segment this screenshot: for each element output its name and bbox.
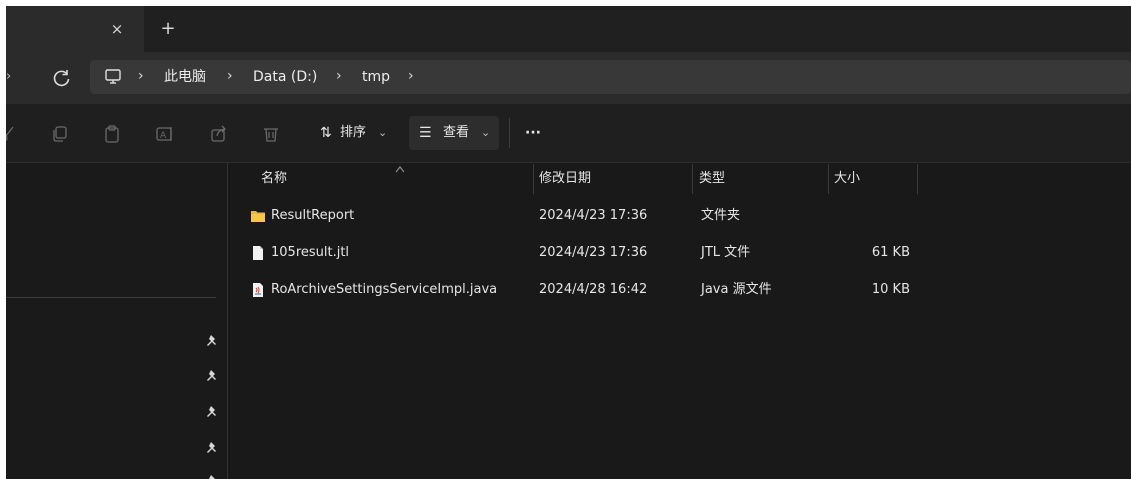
nav-pane-divider — [6, 297, 216, 298]
folder-icon — [251, 211, 265, 222]
share-icon[interactable] — [209, 124, 229, 144]
column-header-size[interactable]: 大小 — [834, 164, 860, 194]
tab-bar: × + — [6, 6, 1131, 52]
this-pc-icon[interactable] — [104, 68, 122, 86]
view-button[interactable]: ☰ 查看 ⌄ — [409, 116, 499, 150]
java-file-icon — [253, 283, 263, 297]
pin-icon[interactable] — [206, 441, 218, 455]
column-divider[interactable] — [533, 164, 534, 194]
rename-icon[interactable]: A — [155, 124, 175, 144]
command-bar: A ⇅ 排序 ⌄ ☰ 查看 ⌄ ··· — [6, 104, 1131, 163]
paste-icon[interactable] — [102, 124, 122, 144]
pin-icon[interactable] — [206, 474, 218, 479]
forward-icon[interactable]: › — [6, 69, 11, 84]
column-header-type[interactable]: 类型 — [699, 164, 725, 194]
sort-label: 排序 — [340, 125, 367, 140]
breadcrumb-separator[interactable]: › — [408, 67, 414, 85]
breadcrumb-data-drive[interactable]: Data (D:) — [253, 68, 317, 86]
chevron-down-icon: ⌄ — [481, 126, 491, 139]
sort-button[interactable]: ⇅ 排序 ⌄ — [316, 116, 396, 150]
close-tab-icon[interactable]: × — [106, 18, 128, 40]
file-modified: 2024/4/23 17:36 — [539, 208, 648, 223]
column-divider[interactable] — [692, 164, 693, 194]
column-divider[interactable] — [917, 164, 918, 194]
file-type: JTL 文件 — [701, 245, 751, 260]
breadcrumb-separator[interactable]: › — [138, 67, 144, 85]
view-label: 查看 — [443, 125, 470, 140]
view-icon: ☰ — [419, 125, 432, 141]
column-divider[interactable] — [828, 164, 829, 194]
file-name: ResultReport — [271, 208, 355, 223]
toolbar-divider — [509, 118, 510, 148]
file-row-resultreport[interactable]: ResultReport 2024/4/23 17:36 文件夹 — [238, 198, 1128, 234]
navigation-bar: › › 此电脑 › Data (D:) › tmp › — [6, 52, 1131, 104]
sort-ascending-icon — [395, 166, 405, 173]
file-modified: 2024/4/23 17:36 — [539, 245, 648, 260]
file-explorer-window: × + › › 此电脑 › Data (D:) › tmp › A ⇅ 排序 ⌄… — [6, 6, 1131, 479]
breadcrumb-tmp[interactable]: tmp — [362, 68, 390, 86]
file-modified: 2024/4/28 16:42 — [539, 282, 648, 297]
file-icon — [253, 246, 263, 260]
pin-icon[interactable] — [206, 369, 218, 383]
breadcrumb-this-pc[interactable]: 此电脑 — [164, 68, 206, 86]
copy-icon[interactable] — [50, 124, 70, 144]
tab-tmp[interactable]: × — [6, 6, 144, 52]
refresh-icon[interactable] — [50, 66, 74, 90]
file-name: 105result.jtl — [271, 245, 350, 260]
pin-icon[interactable] — [206, 405, 218, 419]
navigation-pane — [6, 163, 228, 479]
file-type: Java 源文件 — [701, 282, 772, 297]
breadcrumb-separator[interactable]: › — [227, 67, 233, 85]
svg-text:A: A — [160, 131, 167, 141]
pin-icon[interactable] — [206, 334, 218, 348]
file-row-roarchive[interactable]: RoArchiveSettingsServiceImpl.java 2024/4… — [238, 272, 1128, 308]
new-tab-button[interactable]: + — [157, 18, 179, 40]
column-header-name[interactable]: 名称 — [261, 164, 287, 194]
file-size: 10 KB — [871, 282, 910, 297]
breadcrumb-separator[interactable]: › — [336, 67, 342, 85]
file-size: 61 KB — [871, 245, 910, 260]
more-options-button[interactable]: ··· — [525, 116, 541, 150]
address-bar[interactable]: › 此电脑 › Data (D:) › tmp › — [90, 60, 1131, 94]
file-row-105result[interactable]: 105result.jtl 2024/4/23 17:36 JTL 文件 61 … — [238, 235, 1128, 271]
cut-icon[interactable] — [6, 124, 18, 144]
chevron-down-icon: ⌄ — [378, 126, 388, 139]
delete-icon[interactable] — [261, 124, 281, 144]
column-header-modified[interactable]: 修改日期 — [539, 164, 591, 194]
sort-icon: ⇅ — [320, 125, 332, 141]
file-type: 文件夹 — [701, 208, 741, 223]
file-size — [828, 198, 910, 234]
file-name: RoArchiveSettingsServiceImpl.java — [271, 282, 498, 297]
